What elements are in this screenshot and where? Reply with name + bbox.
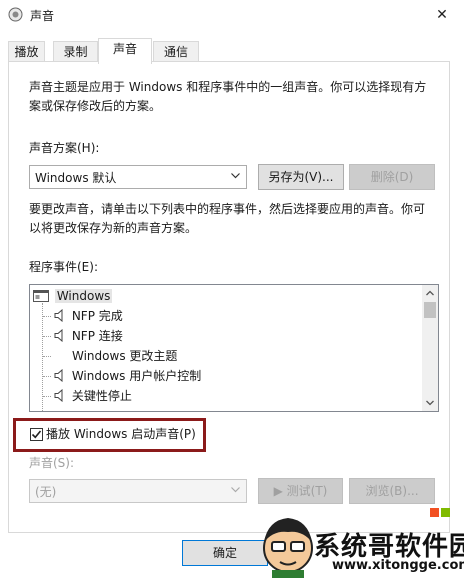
list-item-label: Windows 更改主题	[72, 349, 178, 363]
checkmark-icon	[31, 430, 42, 439]
tree-connector	[43, 356, 51, 357]
speaker-icon	[54, 308, 63, 323]
list-item-label: NFP 连接	[71, 329, 123, 343]
events-label: 程序事件(E):	[29, 260, 98, 274]
scheme-label: 声音方案(H):	[29, 141, 100, 155]
scheme-dropdown[interactable]: Windows 默认	[29, 165, 247, 189]
chevron-down-icon	[231, 173, 240, 179]
tree-connector	[43, 316, 51, 317]
tree-connector	[43, 336, 51, 337]
scroll-down-icon[interactable]	[422, 395, 438, 411]
intro-text-line-1: 声音主题是应用于 Windows 和程序事件中的一组声音。你可以选择现有方	[29, 80, 427, 94]
list-item[interactable]: NFP 完成	[54, 306, 123, 326]
speaker-icon	[54, 368, 63, 383]
list-item[interactable]: Windows 用户帐户控制	[54, 366, 201, 386]
startup-sound-label[interactable]: 播放 Windows 启动声音(P)	[46, 425, 196, 444]
tab-communications[interactable]: 通信	[153, 41, 199, 62]
mascot-logo	[263, 518, 313, 578]
sound-value: (无)	[35, 485, 57, 499]
scroll-thumb[interactable]	[424, 302, 436, 318]
speaker-icon	[54, 328, 63, 343]
tree-connector	[43, 396, 51, 397]
sound-label: 声音(S):	[29, 456, 75, 470]
program-events-list[interactable]: Windows NFP 完成 NFP 连接 Windows 更改主题 Windo…	[29, 284, 439, 412]
site-watermark: 系统哥软件园 www.xitongge.com	[258, 508, 464, 579]
list-item[interactable]: Windows 更改主题	[72, 346, 177, 366]
watermark-url: www.xitongge.com	[332, 558, 464, 573]
window-icon	[33, 290, 49, 302]
sound-dropdown[interactable]: (无)	[29, 479, 247, 503]
list-item[interactable]: Windows	[33, 286, 113, 306]
startup-sound-checkbox[interactable]	[30, 428, 43, 441]
scroll-up-icon[interactable]	[422, 285, 438, 301]
tab-playback[interactable]: 播放	[8, 41, 45, 62]
speaker-icon	[54, 388, 63, 403]
list-item-label: NFP 完成	[71, 309, 123, 323]
close-icon: ✕	[436, 7, 448, 23]
title-bar: 声音 ✕	[0, 0, 464, 30]
window-title: 声音	[30, 9, 55, 23]
scheme-value: Windows 默认	[35, 171, 117, 185]
test-button[interactable]: ▶ 测试(T)	[258, 478, 343, 504]
chevron-down-icon	[231, 487, 240, 493]
tree-connector	[43, 376, 51, 377]
vertical-scrollbar[interactable]	[422, 285, 438, 411]
list-item[interactable]: NFP 连接	[54, 326, 123, 346]
tab-sounds[interactable]: 声音	[98, 38, 152, 64]
change-text-line-2: 以将更改保存为新的声音方案。	[29, 221, 198, 235]
intro-text-line-2: 案或保存修改后的方案。	[29, 99, 162, 113]
list-item-label: Windows	[54, 289, 113, 303]
windows-logo-icon	[430, 508, 450, 517]
delete-button[interactable]: 删除(D)	[349, 164, 435, 190]
list-item-label: 关键性停止	[71, 389, 132, 403]
change-text-line-1: 要更改声音，请单击以下列表中的程序事件，然后选择要应用的声音。你可	[29, 202, 426, 216]
list-item[interactable]: 关键性停止	[54, 386, 132, 406]
close-button[interactable]: ✕	[420, 0, 464, 30]
list-item-label: Windows 用户帐户控制	[71, 369, 202, 383]
sounds-panel: 声音主题是应用于 Windows 和程序事件中的一组声音。你可以选择现有方 案或…	[8, 61, 450, 533]
browse-button[interactable]: 浏览(B)...	[349, 478, 435, 504]
speaker-app-icon	[8, 7, 23, 22]
tab-recording[interactable]: 录制	[53, 41, 98, 62]
ok-button[interactable]: 确定	[182, 540, 268, 566]
save-as-button[interactable]: 另存为(V)...	[258, 164, 344, 190]
tree-connector	[42, 303, 43, 411]
